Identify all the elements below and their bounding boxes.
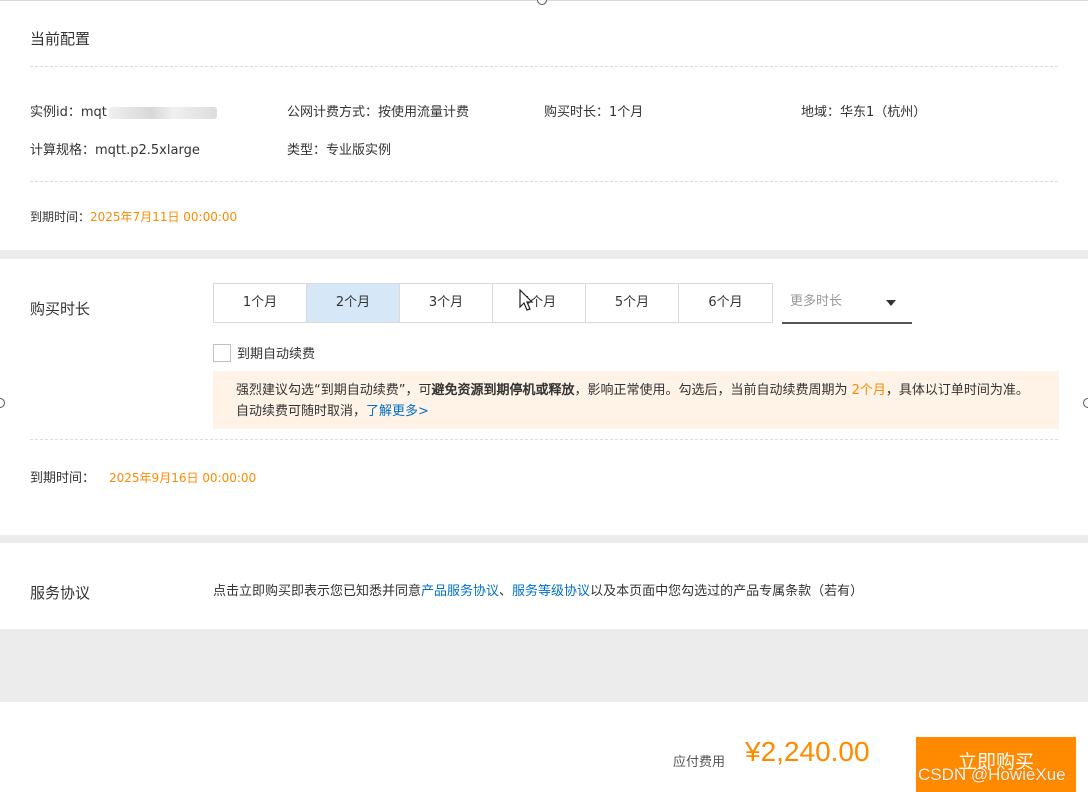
new-expiry-value: 2025年9月16日 00:00:00	[109, 471, 257, 485]
fee-amount: ¥2,240.00	[745, 736, 870, 767]
new-expiry: 到期时间： 2025年9月16日 00:00:00	[30, 471, 257, 486]
caret-down-icon	[886, 300, 896, 306]
region: 地域：华东1（杭州）	[801, 105, 927, 120]
purchase-duration-label: 购买时长	[30, 300, 91, 318]
watermark: CSDN @HowieXue	[918, 765, 1066, 784]
service-level-agreement-link[interactable]: 服务等级协议	[512, 584, 590, 599]
duration-option-5[interactable]: 5个月	[586, 284, 679, 322]
divider	[30, 181, 1058, 182]
auto-renew-label: 到期自动续费	[237, 347, 316, 362]
instance-id-value: mqt	[80, 105, 107, 120]
auto-renew-row: 到期自动续费	[213, 343, 315, 362]
billing-method: 公网计费方式：按使用流量计费	[287, 105, 470, 120]
divider	[30, 66, 1058, 67]
current-expiry-value: 2025年7月11日 00:00:00	[90, 210, 238, 224]
auto-renew-checkbox[interactable]	[213, 343, 231, 362]
purchase-duration-card: 购买时长 1个月 2个月 3个月 4个月 5个月 6个月 更多时长 到期自动续费…	[0, 259, 1088, 535]
instance-id: 实例id：mqt	[30, 101, 217, 120]
fee-label: 应付费用	[673, 755, 726, 770]
redacted-mask	[108, 106, 217, 119]
renew-period: 2个月	[851, 383, 886, 398]
instance-type: 类型：专业版实例	[287, 143, 392, 158]
duration-option-3[interactable]: 3个月	[400, 284, 493, 322]
agreement-text: 点击立即购买即表示您已知悉并同意产品服务协议、服务等级协议以及本页面中您勾选过的…	[213, 584, 864, 599]
divider	[30, 439, 1058, 440]
duration-option-2-selected[interactable]: 2个月	[307, 284, 400, 322]
more-duration-select[interactable]: 更多时长	[782, 283, 912, 324]
duration-options: 1个月 2个月 3个月 4个月 5个月 6个月	[213, 283, 773, 323]
duration-option-6[interactable]: 6个月	[679, 284, 772, 322]
current-duration: 购买时长：1个月	[544, 105, 644, 120]
product-service-agreement-link[interactable]: 产品服务协议	[421, 584, 499, 599]
current-config-card: 当前配置 实例id：mqt 公网计费方式：按使用流量计费 购买时长：1个月 地域…	[0, 0, 1088, 250]
mouse-cursor-icon	[519, 289, 534, 311]
service-agreement-label: 服务协议	[30, 584, 91, 602]
duration-option-1[interactable]: 1个月	[214, 284, 307, 322]
auto-renew-tip: 强烈建议勾选“到期自动续费”，可避免资源到期停机或释放，影响正常使用。勾选后，当…	[213, 371, 1059, 429]
duration-option-4[interactable]: 4个月	[493, 284, 586, 322]
config-title: 当前配置	[30, 30, 91, 48]
current-expiry: 到期时间：2025年7月11日 00:00:00	[30, 210, 238, 224]
learn-more-link[interactable]: 了解更多>	[366, 404, 429, 419]
compute-spec: 计算规格：mqtt.p2.5xlarge	[30, 143, 200, 158]
more-duration-placeholder: 更多时长	[790, 294, 843, 309]
service-agreement-card: 服务协议 点击立即购买即表示您已知悉并同意产品服务协议、服务等级协议以及本页面中…	[0, 543, 1088, 629]
resize-handle-right[interactable]	[1083, 398, 1088, 408]
